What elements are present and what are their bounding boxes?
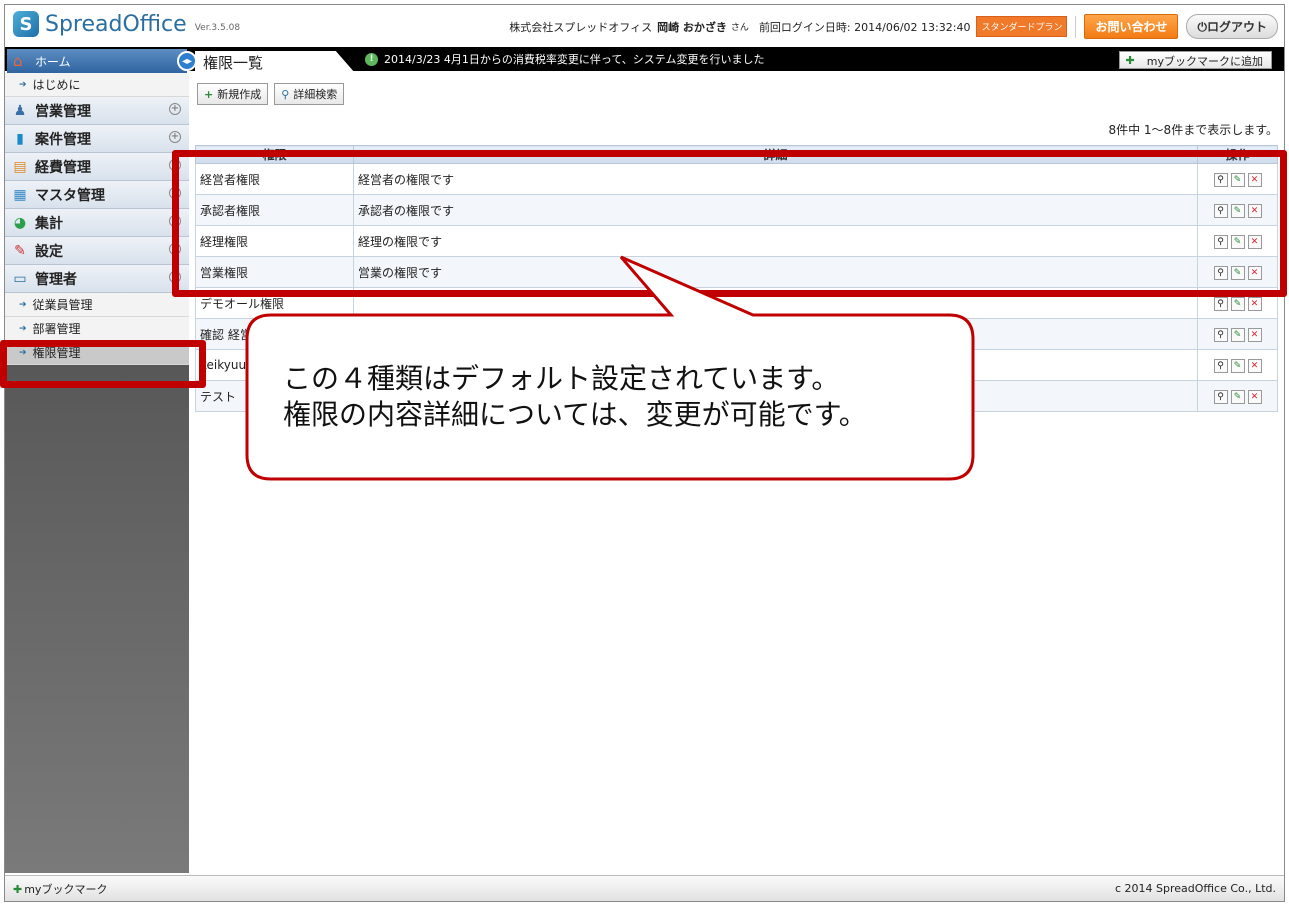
row-actions: ⚲ ✎ ✕ [1197, 318, 1278, 350]
advanced-search-label: 詳細検索 [293, 88, 338, 101]
pie-chart-icon: ◕ [13, 214, 27, 231]
home-icon: ⌂ [13, 52, 23, 70]
sidebar-item-label: マスタ管理 [35, 187, 105, 204]
delete-icon[interactable]: ✕ [1247, 359, 1262, 373]
bookmark-bar[interactable]: ✚ myブックマーク [13, 881, 107, 897]
highlight-box-permissions-menu [0, 340, 206, 388]
sidebar-item-label: 設定 [35, 243, 63, 260]
projects-icon: ▮ [16, 130, 24, 147]
sidebar-item-label: はじめに [32, 78, 81, 92]
footer: ✚ myブックマーク c 2014 SpreadOffice Co., Ltd. [5, 875, 1284, 901]
sidebar-item-label: 経費管理 [35, 159, 91, 176]
power-icon: ⏻ [1197, 20, 1207, 34]
bookmark-label: myブックマーク [24, 882, 108, 896]
logo[interactable]: S SpreadOffice Ver.3.5.08 [13, 11, 240, 37]
sidebar-item-master[interactable]: ▦ マスタ管理 + [5, 181, 189, 209]
sidebar-item-label: 集計 [35, 215, 63, 232]
sidebar-item-label: 営業管理 [35, 103, 91, 120]
system-notice[interactable]: ! 2014/3/23 4月1日からの消費税率変更に伴って、システム変更を行いま… [365, 51, 764, 67]
expenses-icon: ▤ [13, 158, 27, 175]
sidebar-item-expenses[interactable]: ▤ 経費管理 + [5, 153, 189, 181]
copyright: c 2014 SpreadOffice Co., Ltd. [1114, 882, 1276, 895]
view-icon[interactable]: ⚲ [1213, 297, 1228, 311]
delete-icon[interactable]: ✕ [1247, 297, 1262, 311]
info-icon: ! [365, 52, 378, 66]
version-label: Ver.3.5.08 [194, 23, 241, 33]
sidebar-item-settings[interactable]: ✎ 設定 + [5, 237, 189, 265]
new-button-label: 新規作成 [217, 88, 262, 101]
delete-icon[interactable]: ✕ [1247, 390, 1262, 404]
arrow-icon: ➔ [19, 323, 27, 334]
view-icon[interactable]: ⚲ [1213, 359, 1228, 373]
edit-icon[interactable]: ✎ [1230, 297, 1245, 311]
bookmark-add-icon: ✚ [1125, 54, 1135, 67]
row-actions: ⚲ ✎ ✕ [1197, 349, 1278, 381]
edit-icon[interactable]: ✎ [1230, 328, 1245, 342]
edit-icon[interactable]: ✎ [1230, 390, 1245, 404]
logout-label: ログアウト [1206, 20, 1267, 34]
notice-text: 2014/3/23 4月1日からの消費税率変更に伴って、システム変更を行いました [384, 53, 765, 66]
expand-icon[interactable]: + [169, 103, 181, 115]
callout-line-1: この４種類はデフォルト設定されています。 [283, 362, 840, 395]
search-icon: ⚲ [281, 87, 290, 101]
honorific: さん [730, 23, 749, 33]
edit-icon[interactable]: ✎ [1230, 359, 1245, 373]
sidebar: ➔ はじめに ♟ 営業管理 + ▮ 案件管理 + ▤ 経費管理 + ▦ マスタ管理 + ◕ 集計 + … [5, 73, 189, 873]
sidebar-item-label: 従業員管理 [32, 298, 93, 312]
plus-icon: + [204, 87, 214, 101]
toolbar: + 新規作成 ⚲ 詳細検索 [197, 83, 350, 105]
sidebar-item-projects[interactable]: ▮ 案件管理 + [5, 125, 189, 153]
advanced-search-button[interactable]: ⚲ 詳細検索 [274, 83, 345, 105]
sidebar-toggle-icon[interactable]: ◂▸ [177, 51, 197, 71]
sidebar-item-departments[interactable]: ➔ 部署管理 [5, 317, 189, 341]
arrow-icon: ➔ [19, 299, 27, 310]
user-name: 岡崎 おかざき [657, 20, 727, 34]
sidebar-item-label: 管理者 [35, 271, 77, 288]
new-button[interactable]: + 新規作成 [197, 83, 269, 105]
logo-text: SpreadOffice [45, 11, 187, 37]
sidebar-item-sales[interactable]: ♟ 営業管理 + [5, 97, 189, 125]
last-login: 前回ログイン日時: 2014/06/02 13:32:40 [758, 20, 971, 34]
logo-mark-icon: S [13, 11, 39, 37]
callout-text: この４種類はデフォルト設定されています。 権限の内容詳細については、変更が可能で… [283, 361, 867, 433]
contact-button[interactable]: お問い合わせ [1084, 14, 1179, 39]
page-title: 権限一覧 [195, 51, 355, 73]
home-label: ホーム [35, 54, 71, 69]
contact-label: お問い合わせ [1095, 20, 1168, 34]
row-actions: ⚲ ✎ ✕ [1197, 380, 1278, 412]
sales-icon: ♟ [13, 102, 27, 119]
expand-icon[interactable]: + [169, 131, 181, 143]
master-icon: ▦ [13, 186, 27, 203]
wrench-icon: ✎ [14, 242, 26, 259]
callout-line-2: 権限の内容詳細については、変更が可能です。 [283, 398, 867, 431]
view-icon[interactable]: ⚲ [1213, 390, 1228, 404]
sidebar-item-aggregate[interactable]: ◕ 集計 + [5, 209, 189, 237]
header-user-area: 株式会社スプレッドオフィス 岡崎 おかざき さん 前回ログイン日時: 2014/… [509, 14, 1278, 39]
arrow-icon: ➔ [19, 79, 27, 90]
monitor-icon: ▭ [13, 270, 27, 287]
home-tab[interactable]: ⌂ ホーム [7, 49, 187, 73]
sidebar-item-intro[interactable]: ➔ はじめに [5, 73, 189, 97]
view-icon[interactable]: ⚲ [1213, 328, 1228, 342]
add-bookmark-label: myブックマークに追加 [1146, 54, 1263, 68]
sidebar-item-employees[interactable]: ➔ 従業員管理 [5, 293, 189, 317]
divider [1075, 15, 1077, 38]
logout-button[interactable]: ⏻ログアウト [1186, 14, 1278, 39]
add-bookmark-button[interactable]: ✚ myブックマークに追加 [1118, 51, 1272, 69]
delete-icon[interactable]: ✕ [1247, 328, 1262, 342]
record-count: 8件中 1～8件まで表示します。 [1108, 123, 1278, 137]
annotation-callout: この４種類はデフォルト設定されています。 権限の内容詳細については、変更が可能で… [243, 255, 977, 481]
header: S SpreadOffice Ver.3.5.08 株式会社スプレッドオフィス … [5, 5, 1284, 45]
company-name: 株式会社スプレッドオフィス [509, 20, 653, 34]
plan-badge: スタンダードプラン [976, 16, 1068, 37]
sidebar-item-admin[interactable]: ▭ 管理者 − [5, 265, 189, 293]
sidebar-item-label: 部署管理 [32, 322, 81, 336]
sidebar-item-label: 案件管理 [35, 131, 91, 148]
top-bar: ⌂ ホーム ◂▸ 権限一覧 ! 2014/3/23 4月1日からの消費税率変更に… [5, 47, 1284, 73]
bookmark-icon: ✚ [13, 882, 23, 896]
